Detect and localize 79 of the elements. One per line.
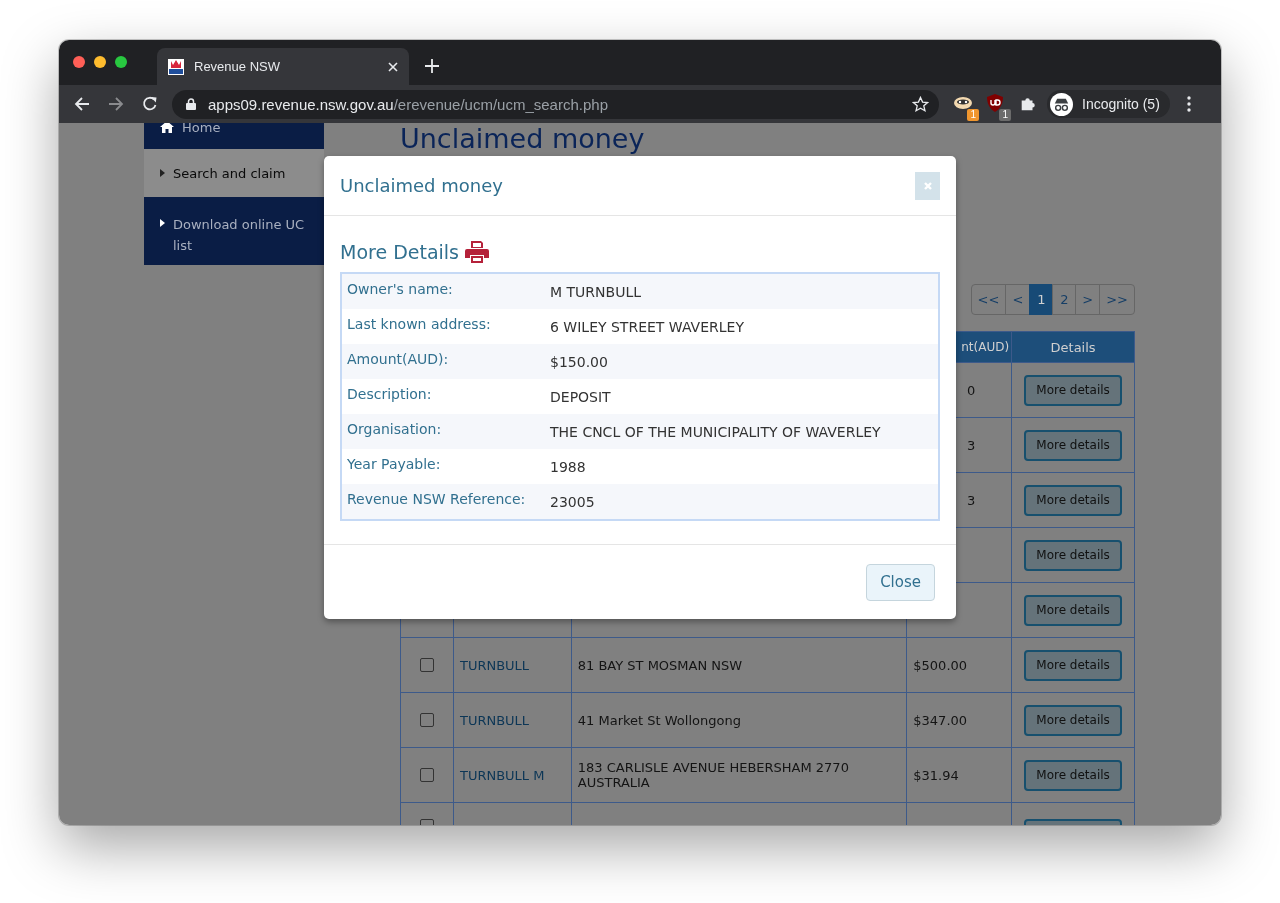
- owner-link[interactable]: TURNBULL: [459, 657, 530, 673]
- more-details-button[interactable]: More details: [1024, 759, 1123, 791]
- more-details-button[interactable]: More details: [1024, 484, 1123, 516]
- table-cell: 3: [966, 437, 976, 453]
- page-title: Unclaimed money: [400, 123, 646, 155]
- printer-icon[interactable]: [465, 241, 489, 263]
- field-label: Amount(AUD):: [346, 350, 450, 367]
- sidebar-item[interactable]: Search and claim: [144, 149, 324, 197]
- caret-icon: [160, 219, 165, 227]
- logo-icon: [168, 58, 184, 75]
- menu-icon[interactable]: [1186, 96, 1191, 112]
- sidebar-item[interactable]: Download online UC list: [144, 197, 324, 265]
- owner-link[interactable]: TURNBULL M: [459, 767, 545, 783]
- table-cell: $347.00: [913, 712, 968, 728]
- badge: 1: [999, 109, 1011, 121]
- back-icon[interactable]: [74, 96, 90, 112]
- table-cell: $500.00: [913, 657, 968, 673]
- badge: 1: [967, 109, 979, 121]
- field-label: Owner's name:: [346, 280, 454, 297]
- field-label: Last known address:: [346, 315, 492, 332]
- column-header: Details: [1050, 339, 1096, 355]
- page-link[interactable]: <<: [970, 284, 1007, 315]
- field-label: Revenue NSW Reference:: [346, 490, 527, 507]
- caret-icon: [160, 169, 165, 177]
- bookmark-star-icon[interactable]: [912, 95, 929, 113]
- window-zoom-button[interactable]: [115, 56, 127, 68]
- more-details-button[interactable]: More details: [1024, 539, 1123, 571]
- close-button[interactable]: Close: [866, 563, 935, 601]
- field-value: DEPOSIT: [550, 388, 611, 405]
- page-link[interactable]: 1: [1029, 284, 1054, 315]
- field-value: $150.00: [550, 353, 608, 370]
- page-link[interactable]: >: [1075, 284, 1101, 315]
- more-details-button[interactable]: More details: [1024, 649, 1123, 681]
- window-close-button[interactable]: [73, 56, 85, 68]
- checkbox[interactable]: [419, 768, 434, 782]
- table-cell: 0: [966, 382, 976, 398]
- field-value: 1988: [550, 458, 586, 475]
- field-value: 23005: [550, 493, 595, 510]
- close-icon: [922, 180, 933, 191]
- section-heading: More Details: [340, 241, 459, 263]
- browser-tab[interactable]: Revenue NSW: [157, 48, 409, 85]
- field-label: Description:: [346, 385, 433, 402]
- tab-title: Revenue NSW: [194, 59, 281, 74]
- page-link[interactable]: <: [1005, 284, 1031, 315]
- puzzle-icon[interactable]: [1019, 95, 1037, 113]
- modal-title: Unclaimed money: [340, 175, 503, 196]
- shield-icon[interactable]: [985, 93, 1005, 113]
- sidebar-item[interactable]: Home: [144, 123, 324, 149]
- new-tab-icon[interactable]: [425, 59, 439, 73]
- page-link[interactable]: >>: [1099, 284, 1135, 315]
- forward-icon[interactable]: [108, 96, 124, 112]
- more-details-button[interactable]: More details: [1024, 374, 1123, 406]
- reload-icon[interactable]: [142, 96, 158, 112]
- table-cell: 3: [966, 492, 976, 508]
- field-value: THE CNCL OF THE MUNICIPALITY OF WAVERLEY: [550, 423, 881, 440]
- table-cell: $31.94: [913, 767, 959, 783]
- checkbox[interactable]: [419, 713, 434, 727]
- column-header: nt(AUD): [961, 340, 1010, 354]
- url-text: apps09.revenue.nsw.gov.au/erevenue/ucm/ucm_search.php: [208, 95, 609, 113]
- address-bar[interactable]: apps09.revenue.nsw.gov.au/erevenue/ucm/ucm_search.php: [172, 89, 939, 119]
- table-cell: 81 BAY ST MOSMAN NSW: [577, 657, 743, 673]
- home-icon: [160, 123, 174, 133]
- field-label: Year Payable:: [346, 455, 442, 472]
- more-details-button[interactable]: More details: [1024, 704, 1123, 736]
- incognito-icon: [1050, 92, 1073, 116]
- page-link[interactable]: 2: [1052, 284, 1077, 315]
- field-value: M TURNBULL: [550, 283, 641, 300]
- checkbox[interactable]: [419, 658, 434, 672]
- field-value: 6 WILEY STREET WAVERLEY: [550, 318, 744, 335]
- window-minimize-button[interactable]: [94, 56, 106, 68]
- profile-button[interactable]: Incognito (5): [1047, 90, 1170, 118]
- close-icon[interactable]: [388, 61, 398, 72]
- owner-link[interactable]: TURNBULL: [459, 712, 530, 728]
- table-cell-text: 183 CARLISLE AVENUE HEBERSHAM 2770 AUSTRALIA: [577, 760, 850, 790]
- more-details-button[interactable]: More details: [1024, 594, 1123, 626]
- field-label: Organisation:: [346, 420, 443, 437]
- table-cell: 41 Market St Wollongong: [577, 712, 741, 728]
- lock-icon: [186, 98, 196, 110]
- more-details-button[interactable]: More details: [1024, 429, 1123, 461]
